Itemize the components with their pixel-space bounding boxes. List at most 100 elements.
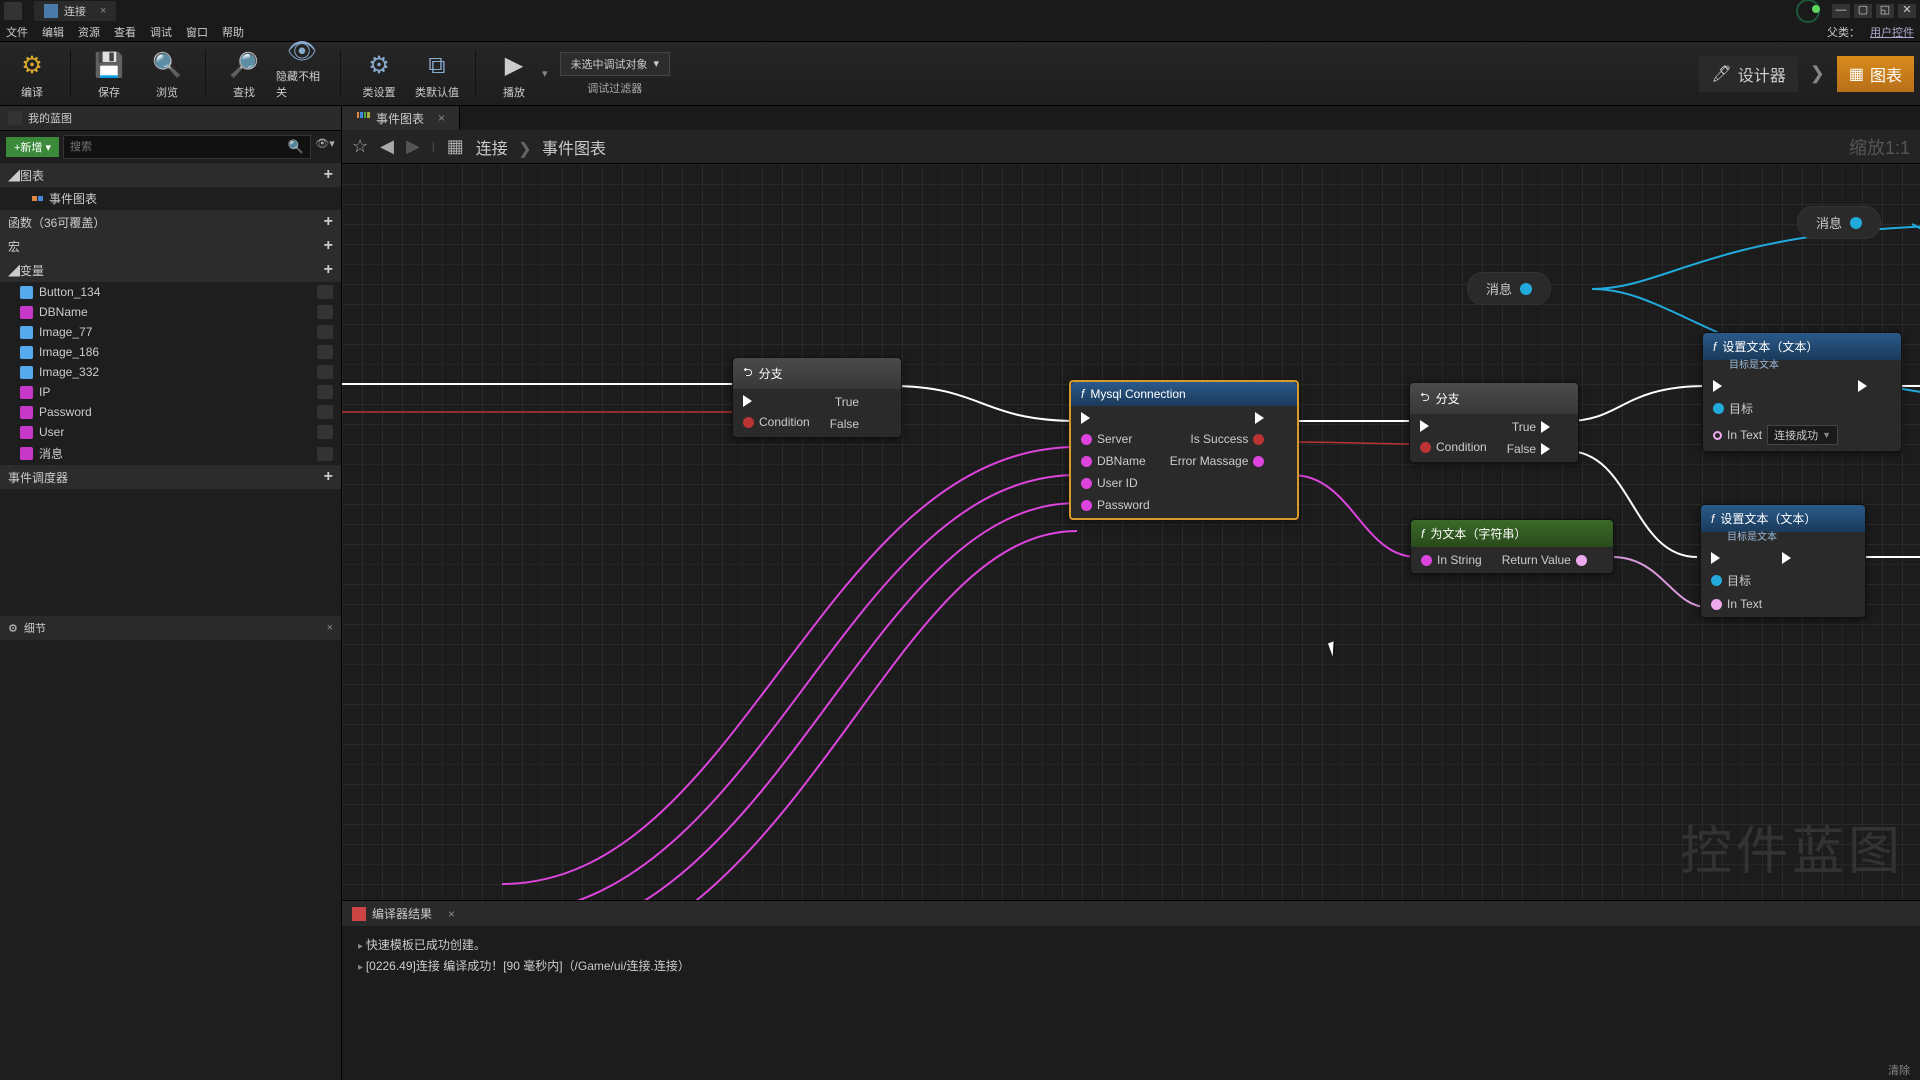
variable-item[interactable]: Image_77	[0, 322, 341, 342]
var-visibility-icon[interactable]	[317, 325, 333, 339]
pin-false[interactable]: False	[830, 417, 873, 431]
variable-item[interactable]: IP	[0, 382, 341, 402]
menu-edit[interactable]: 编辑	[42, 24, 64, 40]
play-dropdown-icon[interactable]: ▾	[542, 67, 548, 80]
menu-debug[interactable]: 调试	[150, 24, 172, 40]
compiler-close-icon[interactable]: ×	[448, 907, 455, 921]
pin-exec-in[interactable]	[1081, 412, 1150, 424]
node-settext-2[interactable]: f设置文本（文本） 目标是文本 目标 In Text	[1700, 504, 1866, 618]
pin-instring[interactable]: In String	[1421, 553, 1482, 567]
variable-item[interactable]: Password	[0, 402, 341, 422]
add-new-button[interactable]: +新增 ▾	[6, 137, 59, 157]
minimize-button[interactable]: —	[1832, 4, 1850, 18]
crumb-root[interactable]: 连接	[476, 141, 508, 158]
pin-exec-out[interactable]	[1858, 380, 1867, 392]
pin-false[interactable]: False	[1507, 442, 1550, 456]
pin-server[interactable]: Server	[1081, 432, 1150, 446]
add-macro-button[interactable]: +	[324, 237, 333, 255]
item-eventgraph[interactable]: 事件图表	[0, 187, 341, 210]
variable-item[interactable]: Image_332	[0, 362, 341, 382]
nav-fwd-button[interactable]: ▶	[406, 136, 420, 157]
close-button[interactable]: ✕	[1898, 4, 1916, 18]
compiler-clear-button[interactable]: 清除	[342, 1060, 1920, 1080]
graph-canvas[interactable]: 消息 消息 ⮌分支 Condition True False	[342, 164, 1920, 900]
pin-condition[interactable]: Condition	[743, 415, 810, 429]
pin-intext[interactable]: In Text	[1711, 597, 1762, 611]
menu-file[interactable]: 文件	[6, 24, 28, 40]
pin-target[interactable]: 目标	[1713, 400, 1838, 417]
var-visibility-icon[interactable]	[317, 385, 333, 399]
crumb-current[interactable]: 事件图表	[542, 141, 606, 158]
view-options-button[interactable]: 👁▾	[315, 137, 335, 157]
add-function-button[interactable]: +	[324, 213, 333, 231]
node-branch-1[interactable]: ⮌分支 Condition True False	[732, 357, 902, 438]
pin-dbname[interactable]: DBName	[1081, 454, 1150, 468]
pin-exec-out[interactable]	[1782, 552, 1791, 564]
category-macros[interactable]: 宏+	[0, 234, 341, 258]
node-totext[interactable]: f为文本（字符串） In String Return Value	[1410, 519, 1614, 574]
category-functions[interactable]: 函数（36可覆盖）+	[0, 210, 341, 234]
var-visibility-icon[interactable]	[317, 405, 333, 419]
variable-item[interactable]: Image_186	[0, 342, 341, 362]
variable-item[interactable]: 消息	[0, 442, 341, 465]
var-visibility-icon[interactable]	[317, 425, 333, 439]
menu-asset[interactable]: 资源	[78, 24, 100, 40]
variable-item[interactable]: Button_134	[0, 282, 341, 302]
hide-button[interactable]: 👁隐藏不相关	[276, 45, 328, 103]
details-panel-header[interactable]: ⚙ 细节 ×	[0, 616, 341, 640]
category-graphs[interactable]: ◢图表+	[0, 163, 341, 187]
var-visibility-icon[interactable]	[317, 305, 333, 319]
menu-help[interactable]: 帮助	[222, 24, 244, 40]
pin-errormsg[interactable]: Error Massage	[1170, 454, 1265, 468]
favorite-button[interactable]: ☆	[352, 136, 368, 157]
graph-mode-button[interactable]: ▦图表	[1837, 56, 1914, 92]
pin-output[interactable]	[1520, 283, 1532, 295]
details-close-icon[interactable]: ×	[327, 622, 333, 634]
category-dispatchers[interactable]: 事件调度器+	[0, 465, 341, 489]
tab-close-icon[interactable]: ×	[100, 5, 106, 17]
menu-window[interactable]: 窗口	[186, 24, 208, 40]
node-mysql-connection[interactable]: fMysql Connection Server DBName User ID …	[1069, 380, 1299, 520]
node-message-pill-1[interactable]: 消息	[1467, 272, 1551, 305]
var-visibility-icon[interactable]	[317, 365, 333, 379]
source-control-icon[interactable]	[1796, 0, 1820, 23]
var-visibility-icon[interactable]	[317, 285, 333, 299]
pin-exec-in[interactable]	[743, 395, 810, 407]
document-tab[interactable]: 连接 ×	[34, 1, 116, 21]
panel-header[interactable]: 我的蓝图	[0, 106, 341, 131]
pin-condition[interactable]: Condition	[1420, 440, 1487, 454]
maximize2-button[interactable]: ◱	[1876, 4, 1894, 18]
class-settings-button[interactable]: ⚙类设置	[353, 45, 405, 103]
pin-userid[interactable]: User ID	[1081, 476, 1150, 490]
pin-exec-in[interactable]	[1711, 552, 1762, 564]
browse-button[interactable]: 🔍浏览	[141, 45, 193, 103]
search-input[interactable]: 🔍	[63, 135, 311, 159]
debug-target-select[interactable]: 未选中调试对象▾	[560, 52, 671, 76]
pin-target[interactable]: 目标	[1711, 572, 1762, 589]
pin-output[interactable]	[1850, 217, 1862, 229]
add-dispatcher-button[interactable]: +	[324, 468, 333, 486]
pin-exec-out[interactable]	[1255, 412, 1264, 424]
menu-view[interactable]: 查看	[114, 24, 136, 40]
nav-back-button[interactable]: ◀	[380, 136, 394, 157]
search-field[interactable]	[70, 141, 288, 153]
class-defaults-button[interactable]: ⧉类默认值	[411, 45, 463, 103]
pin-issuccess[interactable]: Is Success	[1190, 432, 1264, 446]
play-button[interactable]: ▶播放	[488, 45, 540, 103]
node-settext-1[interactable]: f设置文本（文本） 目标是文本 目标 In Text连接成功▼	[1702, 332, 1902, 452]
var-visibility-icon[interactable]	[317, 345, 333, 359]
pin-exec-in[interactable]	[1713, 380, 1838, 392]
pin-true[interactable]: True	[835, 395, 873, 409]
add-graph-button[interactable]: +	[324, 166, 333, 184]
node-branch-2[interactable]: ⮌分支 Condition True False	[1409, 382, 1579, 463]
designer-mode-button[interactable]: 🖊设计器	[1699, 56, 1797, 92]
pin-exec-in[interactable]	[1420, 420, 1487, 432]
parent-link[interactable]: 用户控件	[1870, 24, 1914, 40]
find-button[interactable]: 🔎查找	[218, 45, 270, 103]
pin-password[interactable]: Password	[1081, 498, 1150, 512]
graph-tab-eventgraph[interactable]: 事件图表 ×	[342, 106, 460, 131]
var-visibility-icon[interactable]	[317, 447, 333, 461]
nav-home-button[interactable]: ▦	[447, 136, 464, 157]
node-message-pill-2[interactable]: 消息	[1797, 206, 1881, 239]
add-variable-button[interactable]: +	[324, 261, 333, 279]
